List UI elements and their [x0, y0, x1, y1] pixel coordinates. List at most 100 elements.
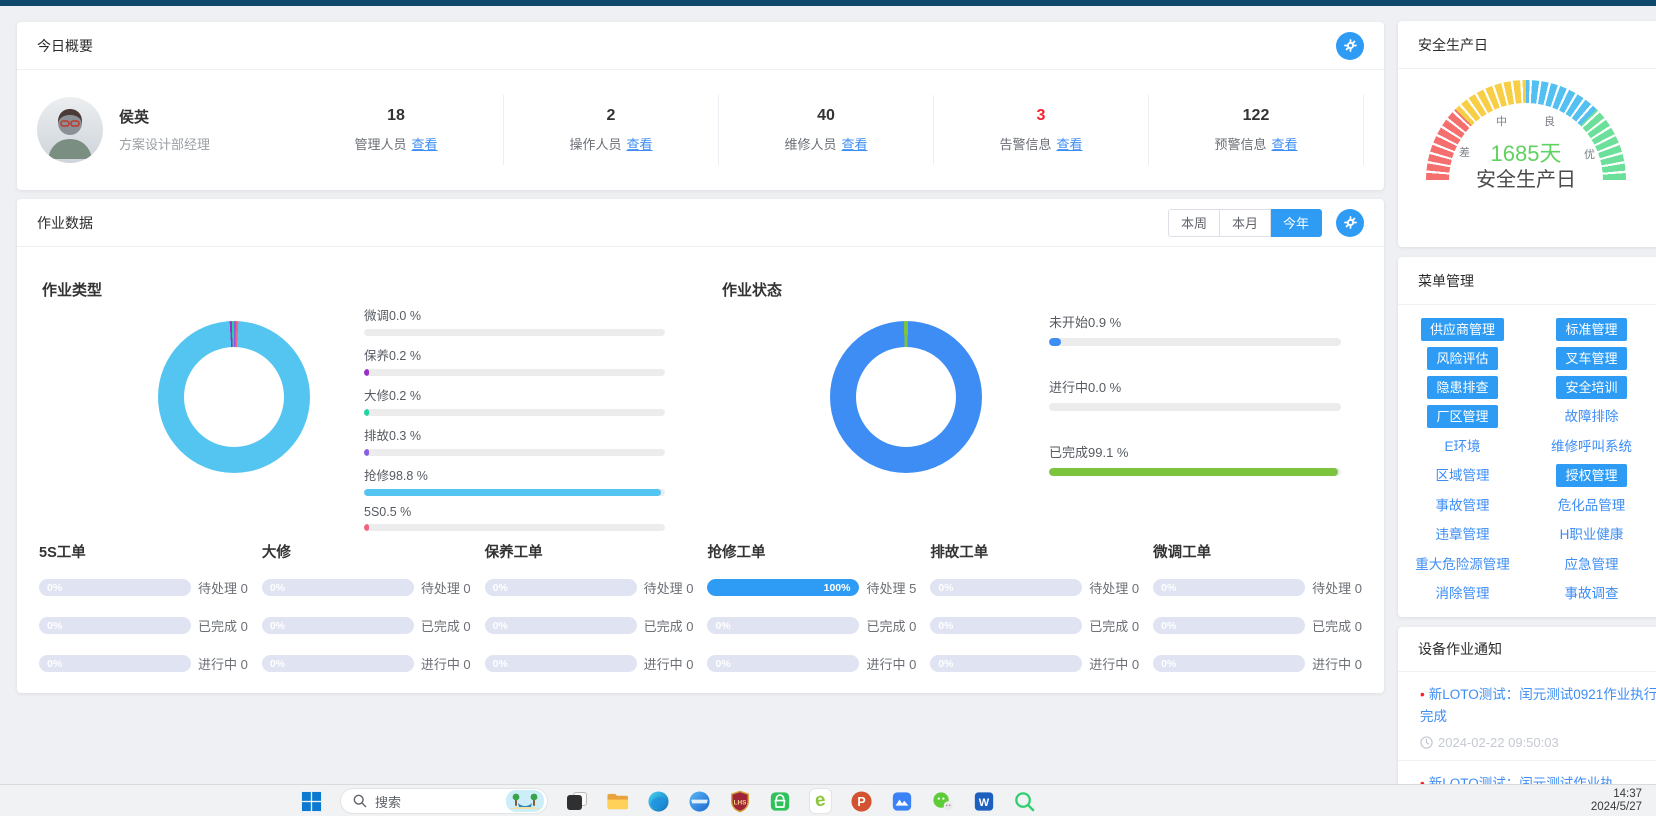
menu-item-plant-area[interactable]: 厂区管理	[1427, 405, 1497, 428]
lhs-app-icon[interactable]: LHS	[729, 790, 751, 813]
menu-item-authorization[interactable]: 授权管理	[1556, 464, 1626, 487]
menu-item-risk[interactable]: 风险评估	[1427, 347, 1497, 370]
tab-this-month[interactable]: 本月	[1220, 209, 1271, 237]
stat-value: 122	[1149, 107, 1363, 125]
menu-header: 菜单管理	[1398, 257, 1656, 305]
taskbar-search-box[interactable]: 搜索	[340, 788, 548, 814]
menu-item-accident[interactable]: 事故管理	[1436, 494, 1490, 518]
menu-item-region[interactable]: 区域管理	[1436, 464, 1490, 488]
overview-header: 今日概要	[17, 22, 1384, 70]
job-data-card: 作业数据 本周 本月 今年 作业类型 微调0.0 % 保养0.2 % 大修0.2…	[17, 199, 1384, 693]
menu-item-repair-call[interactable]: 维修呼叫系统	[1551, 435, 1632, 459]
stat-label: 告警信息	[999, 137, 1051, 152]
view-link[interactable]: 查看	[1272, 137, 1298, 152]
progress-bar: 0%	[930, 655, 1082, 672]
safety-gauge: 差 中 良 优 1685天 安全生产日	[1426, 80, 1626, 192]
menu-item-standard[interactable]: 标准管理	[1556, 318, 1626, 341]
notice-text: 新LOTO测试：闰元测试0921作业执行完成	[1420, 687, 1656, 724]
order-row-label: 已完成 0	[198, 616, 248, 635]
job-type-title: 作业类型	[42, 279, 102, 300]
progress-bar: 0%	[930, 579, 1082, 596]
legend-bar-fill	[364, 369, 369, 376]
menu-item-forklift[interactable]: 叉车管理	[1556, 347, 1626, 370]
wechat-icon[interactable]	[931, 790, 955, 813]
stat-operators: 2 操作人员查看	[504, 95, 719, 165]
job-status-title: 作业状态	[722, 279, 782, 300]
overview-title: 今日概要	[37, 36, 93, 56]
work-order-summary: 5S工单 0%待处理 0 0%已完成 0 0%进行中 0 大修 0%待处理 0 …	[39, 541, 1362, 692]
menu-item-elimination[interactable]: 消除管理	[1436, 582, 1490, 606]
legend-label: 大修0.2 %	[364, 385, 665, 404]
progress-text: 0%	[493, 582, 508, 594]
menu-item-fault-fix[interactable]: 故障排除	[1565, 405, 1619, 429]
task-view-icon[interactable]	[566, 790, 588, 812]
green-store-app-icon[interactable]	[769, 790, 791, 813]
lanhu-app-icon[interactable]	[891, 790, 913, 813]
order-row-label: 进行中 0	[198, 654, 248, 673]
notice-item[interactable]: •新LOTO测试：闰元测试0921作业执行完成 2024-02-22 09:50…	[1398, 672, 1656, 760]
search-highlight-beach-image[interactable]	[506, 790, 544, 812]
progress-bar: 0%	[707, 655, 859, 672]
view-link[interactable]: 查看	[412, 137, 438, 152]
legend-item: 保养0.2 %	[364, 345, 665, 376]
taskbar-time: 14:37	[1591, 788, 1642, 801]
menu-item-occupational-health[interactable]: H职业健康	[1560, 523, 1624, 547]
menu-item-major-hazard[interactable]: 重大危险源管理	[1415, 553, 1510, 577]
green-search-app-icon[interactable]	[1013, 790, 1036, 813]
progress-text: 0%	[493, 620, 508, 632]
order-title: 5S工单	[39, 541, 248, 562]
menu-item-accident-investigation[interactable]: 事故调查	[1565, 582, 1619, 606]
job-type-donut-chart	[158, 321, 310, 473]
view-link[interactable]: 查看	[627, 137, 653, 152]
word-icon[interactable]: W	[973, 790, 995, 813]
tab-this-week[interactable]: 本周	[1168, 209, 1220, 237]
overview-settings-button[interactable]	[1336, 32, 1364, 60]
view-link[interactable]: 查看	[1057, 137, 1083, 152]
taskbar-clock[interactable]: 14:37 2024/5/27	[1591, 788, 1642, 814]
search-placeholder: 搜索	[375, 792, 498, 811]
file-explorer-icon[interactable]	[606, 790, 629, 813]
today-overview-card: 今日概要 侯英 方案设计部经理 18 管理人员查看 2 操作人员查看 40	[17, 22, 1384, 190]
edge-browser-icon[interactable]	[647, 790, 670, 813]
period-tabs: 本周 本月 今年	[1168, 209, 1322, 237]
legend-bar	[364, 489, 665, 496]
menu-item-safety-training[interactable]: 安全培训	[1556, 376, 1626, 399]
tab-this-year[interactable]: 今年	[1271, 209, 1322, 237]
blue-browser-icon[interactable]	[688, 790, 711, 813]
legend-label: 排故0.3 %	[364, 425, 665, 444]
menu-item-e-env[interactable]: E环境	[1444, 435, 1480, 459]
gear-icon	[1343, 215, 1358, 230]
progress-bar: 0%	[39, 579, 191, 596]
view-link[interactable]: 查看	[842, 137, 868, 152]
jobs-settings-button[interactable]	[1336, 209, 1364, 237]
windows-start-button[interactable]	[301, 791, 322, 812]
stat-label: 操作人员	[569, 137, 621, 152]
notices-header: 设备作业通知	[1398, 627, 1656, 672]
browser-360-active-icon[interactable]: e	[809, 788, 832, 814]
progress-bar: 0%	[485, 655, 637, 672]
menu-item-hazard-check[interactable]: 隐患排查	[1427, 376, 1497, 399]
menu-item-hazchem[interactable]: 危化品管理	[1558, 494, 1626, 518]
overview-stats: 18 管理人员查看 2 操作人员查看 40 维修人员查看 3 告警信息查看 12…	[289, 70, 1364, 189]
windows-logo-icon	[301, 791, 322, 812]
legend-item: 未开始0.9 %	[1049, 312, 1341, 346]
order-row-label: 已完成 0	[421, 616, 471, 635]
stat-label: 预警信息	[1214, 137, 1266, 152]
legend-bar-fill	[364, 489, 661, 496]
legend-item: 微调0.0 %	[364, 305, 665, 336]
menu-item-emergency-mgmt[interactable]: 应急管理	[1565, 553, 1619, 577]
order-card-5s: 5S工单 0%待处理 0 0%已完成 0 0%进行中 0	[39, 541, 248, 692]
order-title: 保养工单	[485, 541, 694, 562]
powerpoint-icon[interactable]: P	[850, 790, 873, 813]
order-row-label: 进行中 0	[866, 654, 916, 673]
menu-item-supplier[interactable]: 供应商管理	[1421, 318, 1504, 341]
svg-text:W: W	[978, 797, 989, 809]
progress-bar: 0%	[39, 617, 191, 634]
progress-bar: 0%	[262, 655, 414, 672]
order-card-troubleshoot: 排故工单 0%待处理 0 0%已完成 0 0%进行中 0	[930, 541, 1139, 692]
clock-icon	[1420, 736, 1433, 749]
legend-label: 5S0.5 %	[364, 505, 665, 519]
stat-label: 维修人员	[784, 137, 836, 152]
safety-title: 安全生产日	[1418, 35, 1488, 55]
menu-item-violation[interactable]: 违章管理	[1436, 523, 1490, 547]
